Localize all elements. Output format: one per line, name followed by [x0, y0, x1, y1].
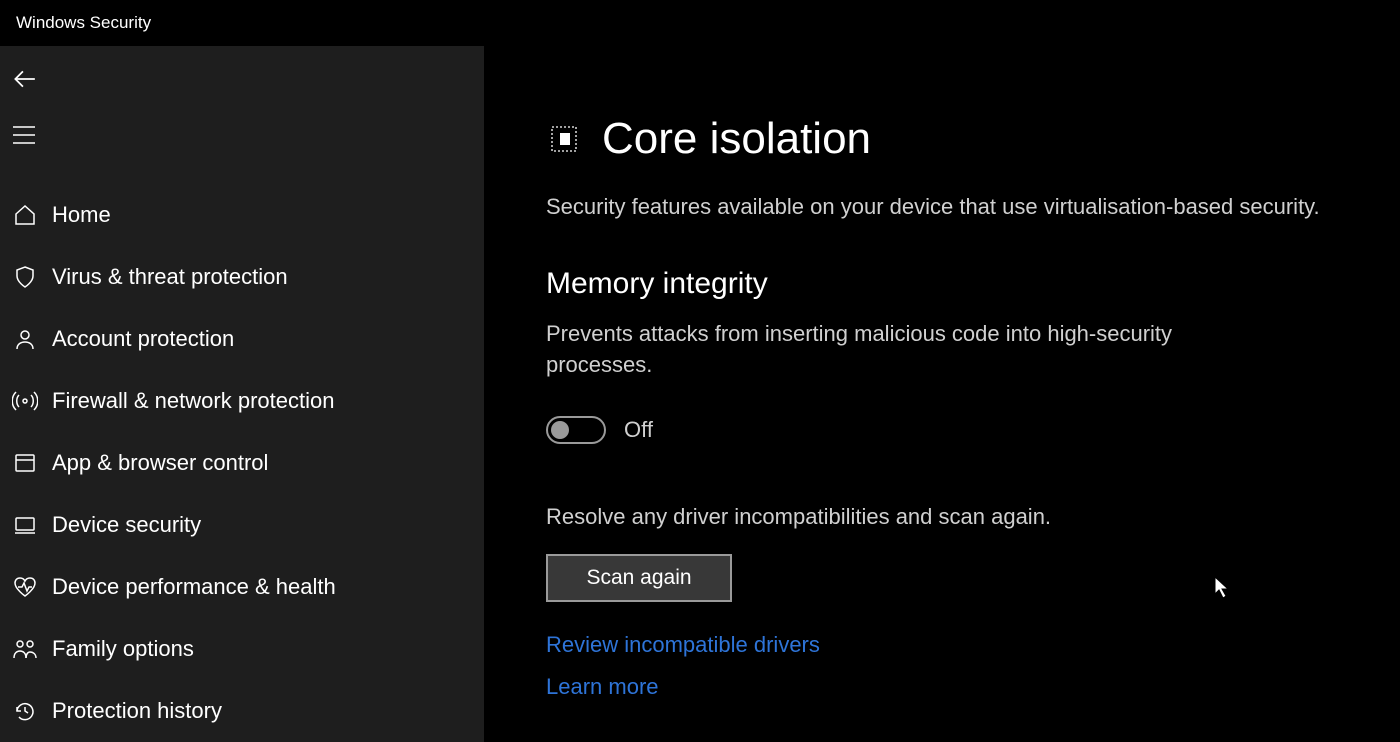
learn-more-link[interactable]: Learn more [546, 674, 659, 700]
sidebar-item-label: App & browser control [52, 450, 268, 476]
sidebar-item-account[interactable]: Account protection [0, 308, 484, 370]
sidebar-item-label: Protection history [52, 698, 222, 724]
page-title: Core isolation [602, 114, 871, 164]
page-subtitle: Security features available on your devi… [546, 192, 1326, 223]
toggle-knob [551, 421, 569, 439]
sidebar: Home Virus & threat protection Acco [0, 46, 484, 742]
sidebar-item-label: Account protection [52, 326, 234, 352]
scan-again-label: Scan again [586, 566, 691, 590]
back-button[interactable] [0, 58, 48, 100]
scan-again-button[interactable]: Scan again [546, 554, 732, 602]
sidebar-item-label: Device security [52, 512, 201, 538]
hamburger-button[interactable] [0, 114, 48, 156]
toggle-state-label: Off [624, 417, 653, 443]
device-security-icon [8, 508, 42, 542]
sidebar-item-label: Family options [52, 636, 194, 662]
sidebar-item-history[interactable]: Protection history [0, 680, 484, 742]
page-header: Core isolation [546, 114, 1340, 164]
mouse-cursor-icon [1214, 576, 1232, 600]
account-icon [8, 322, 42, 356]
memory-integrity-title: Memory integrity [546, 267, 1340, 301]
sidebar-item-devicesecurity[interactable]: Device security [0, 494, 484, 556]
window-title: Windows Security [16, 13, 151, 33]
shield-icon [8, 260, 42, 294]
firewall-icon [8, 384, 42, 418]
family-icon [8, 632, 42, 666]
sidebar-item-firewall[interactable]: Firewall & network protection [0, 370, 484, 432]
core-isolation-icon [546, 121, 582, 157]
sidebar-item-performance[interactable]: Device performance & health [0, 556, 484, 618]
sidebar-item-label: Virus & threat protection [52, 264, 288, 290]
back-arrow-icon [11, 66, 37, 92]
memory-integrity-toggle-row: Off [546, 416, 1340, 444]
titlebar: Windows Security [0, 0, 1400, 46]
memory-integrity-desc: Prevents attacks from inserting maliciou… [546, 319, 1246, 381]
sidebar-item-label: Device performance & health [52, 574, 336, 600]
main-content: Core isolation Security features availab… [484, 46, 1400, 742]
review-incompatible-drivers-link[interactable]: Review incompatible drivers [546, 632, 820, 658]
home-icon [8, 198, 42, 232]
sidebar-item-label: Firewall & network protection [52, 388, 334, 414]
heart-pulse-icon [8, 570, 42, 604]
memory-integrity-toggle[interactable] [546, 416, 606, 444]
sidebar-item-home[interactable]: Home [0, 184, 484, 246]
app-browser-icon [8, 446, 42, 480]
resolve-text: Resolve any driver incompatibilities and… [546, 504, 1340, 530]
hamburger-icon [12, 125, 36, 145]
history-icon [8, 694, 42, 728]
sidebar-item-family[interactable]: Family options [0, 618, 484, 680]
nav-list: Home Virus & threat protection Acco [0, 184, 484, 742]
sidebar-item-virus[interactable]: Virus & threat protection [0, 246, 484, 308]
sidebar-item-label: Home [52, 202, 111, 228]
sidebar-item-appbrowser[interactable]: App & browser control [0, 432, 484, 494]
